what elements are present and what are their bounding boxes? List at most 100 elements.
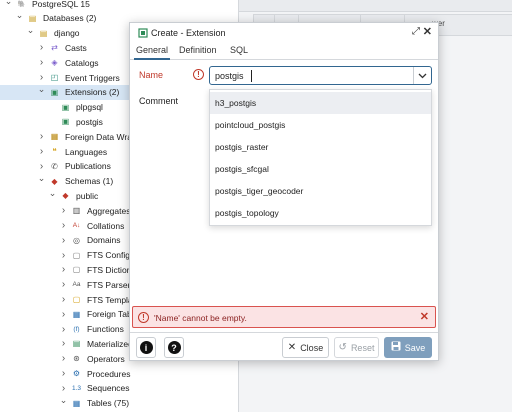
comment-label: Comment [139,96,179,106]
chevron-right-icon[interactable]: › [59,324,68,335]
dropdown-option[interactable]: postgis_topology [210,202,431,224]
error-icon: ! [193,69,204,80]
chevron-right-icon[interactable]: › [59,383,68,394]
chevron-right-icon[interactable]: › [59,279,68,290]
extension-icon: ▣ [61,102,70,112]
tab-general[interactable]: General [133,45,171,60]
tree-item-label: Functions [87,324,124,335]
chevron-down-icon[interactable]: ⌄ [4,0,13,6]
close-icon[interactable]: ✕ [423,25,432,38]
chevron-right-icon[interactable]: › [37,146,46,157]
aggregate-icon: ▥ [72,206,81,216]
tab-sql[interactable]: SQL [230,45,248,55]
close-icon: ✕ [287,342,297,353]
extension-icon [137,27,148,38]
dialog-title-bar[interactable]: Create - Extension ⤢ ✕ [130,23,438,42]
chevron-right-icon[interactable]: › [59,309,68,320]
close-button-label: Close [300,342,324,353]
name-label: Name [139,70,164,80]
event-trigger-icon: ◰ [50,73,59,82]
reset-button[interactable]: ↺ Reset [334,337,379,358]
create-extension-dialog: Create - Extension ⤢ ✕ General Definitio… [129,22,439,361]
chevron-right-icon[interactable]: › [59,235,68,246]
tree-item-label: Databases (2) [43,13,97,24]
tree-item[interactable]: ⌄ ▦ Tables (75) [0,395,240,411]
tree-item-label: Tables (75) [87,398,130,409]
chevron-right-icon[interactable]: › [37,72,46,83]
reset-icon: ↺ [338,342,347,353]
operator-icon: ⊛ [73,354,80,364]
name-options-dropdown: h3_postgis pointcloud_postgis postgis_ra… [209,89,432,226]
tree-item-label: django [54,28,80,39]
cast-icon: ⇄ [51,43,58,53]
info-button[interactable]: i [136,337,156,358]
dropdown-option[interactable]: postgis_raster [210,136,431,158]
tree-item-label: Collations [87,220,125,231]
chevron-right-icon[interactable]: › [37,131,46,142]
dropdown-option[interactable]: postgis_tiger_geocoder [210,180,431,202]
chevron-right-icon[interactable]: › [37,161,46,172]
chevron-right-icon[interactable]: › [59,205,68,216]
publication-icon: ✆ [51,161,58,171]
help-button[interactable]: ? [164,337,184,358]
chevron-down-icon[interactable] [413,67,431,84]
language-icon: ❝ [52,147,57,156]
fts-configuration-icon: ▢ [72,250,81,260]
chevron-down-icon[interactable]: ⌄ [15,10,24,20]
error-icon: ! [138,312,149,323]
function-icon: (f) [73,325,80,333]
chevron-right-icon[interactable]: › [59,220,68,231]
tab-definition[interactable]: Definition [179,45,217,55]
dropdown-option[interactable]: pointcloud_postgis [210,114,431,136]
text-cursor [251,70,252,82]
chevron-down-icon[interactable]: ⌄ [26,25,35,35]
tree-item-label: Casts [65,42,87,53]
tree-item[interactable]: ⌄ 🐘 PostgreSQL 15 [0,0,240,11]
save-button-label: Save [404,342,426,353]
dropdown-option[interactable]: h3_postgis [210,92,431,114]
tree-item-label: Schemas (1) [65,176,114,187]
maximize-icon[interactable]: ⤢ [412,26,420,37]
tree-item-label: Extensions (2) [65,87,120,98]
fts-dictionary-icon: ▢ [72,265,81,275]
procedure-icon: ⚙ [72,369,81,378]
foreign-table-icon: ▦ [72,309,81,319]
chevron-right-icon[interactable]: › [59,368,68,379]
schema-icon: ◆ [62,191,69,201]
chevron-right-icon[interactable]: › [37,42,46,53]
save-button[interactable]: Save [384,337,432,358]
database-icon: ▤ [39,28,48,38]
chevron-down-icon[interactable]: ⌄ [48,188,57,198]
tree-item-label: Publications [65,161,111,172]
tree-item[interactable]: › 1.3 Sequences [0,381,240,396]
tree-item-label: plpgsql [76,102,103,113]
chevron-right-icon[interactable]: › [59,294,68,305]
chevron-down-icon[interactable]: ⌄ [59,395,68,405]
name-input-value[interactable]: postgis [215,71,244,81]
database-group-icon: ▤ [28,13,37,23]
elephant-icon: 🐘 [17,0,26,8]
info-icon: i [139,341,153,354]
tree-item-label: Aggregates [87,205,131,216]
chevron-right-icon[interactable]: › [37,57,46,68]
tree-item[interactable]: › ⚙ Procedures [0,366,240,381]
table-icon: ▦ [72,398,81,408]
chevron-right-icon[interactable]: › [59,250,68,261]
close-button[interactable]: ✕ Close [282,337,329,358]
name-select-input[interactable]: postgis [209,66,432,85]
dropdown-option[interactable]: postgis_sfcgal [210,158,431,180]
chevron-down-icon[interactable]: ⌄ [37,84,46,94]
close-icon[interactable]: ✕ [420,310,429,323]
chevron-right-icon[interactable]: › [59,338,68,349]
chevron-right-icon[interactable]: › [59,264,68,275]
tree-item-label: Sequences [87,383,130,394]
schema-group-icon: ◆ [51,176,58,186]
catalog-icon: ◈ [51,58,58,68]
chevron-right-icon[interactable]: › [59,353,68,364]
reset-button-label: Reset [350,342,375,353]
tree-item-label: Operators [87,353,125,364]
domain-icon: ◎ [73,235,80,245]
chevron-down-icon[interactable]: ⌄ [37,173,46,183]
